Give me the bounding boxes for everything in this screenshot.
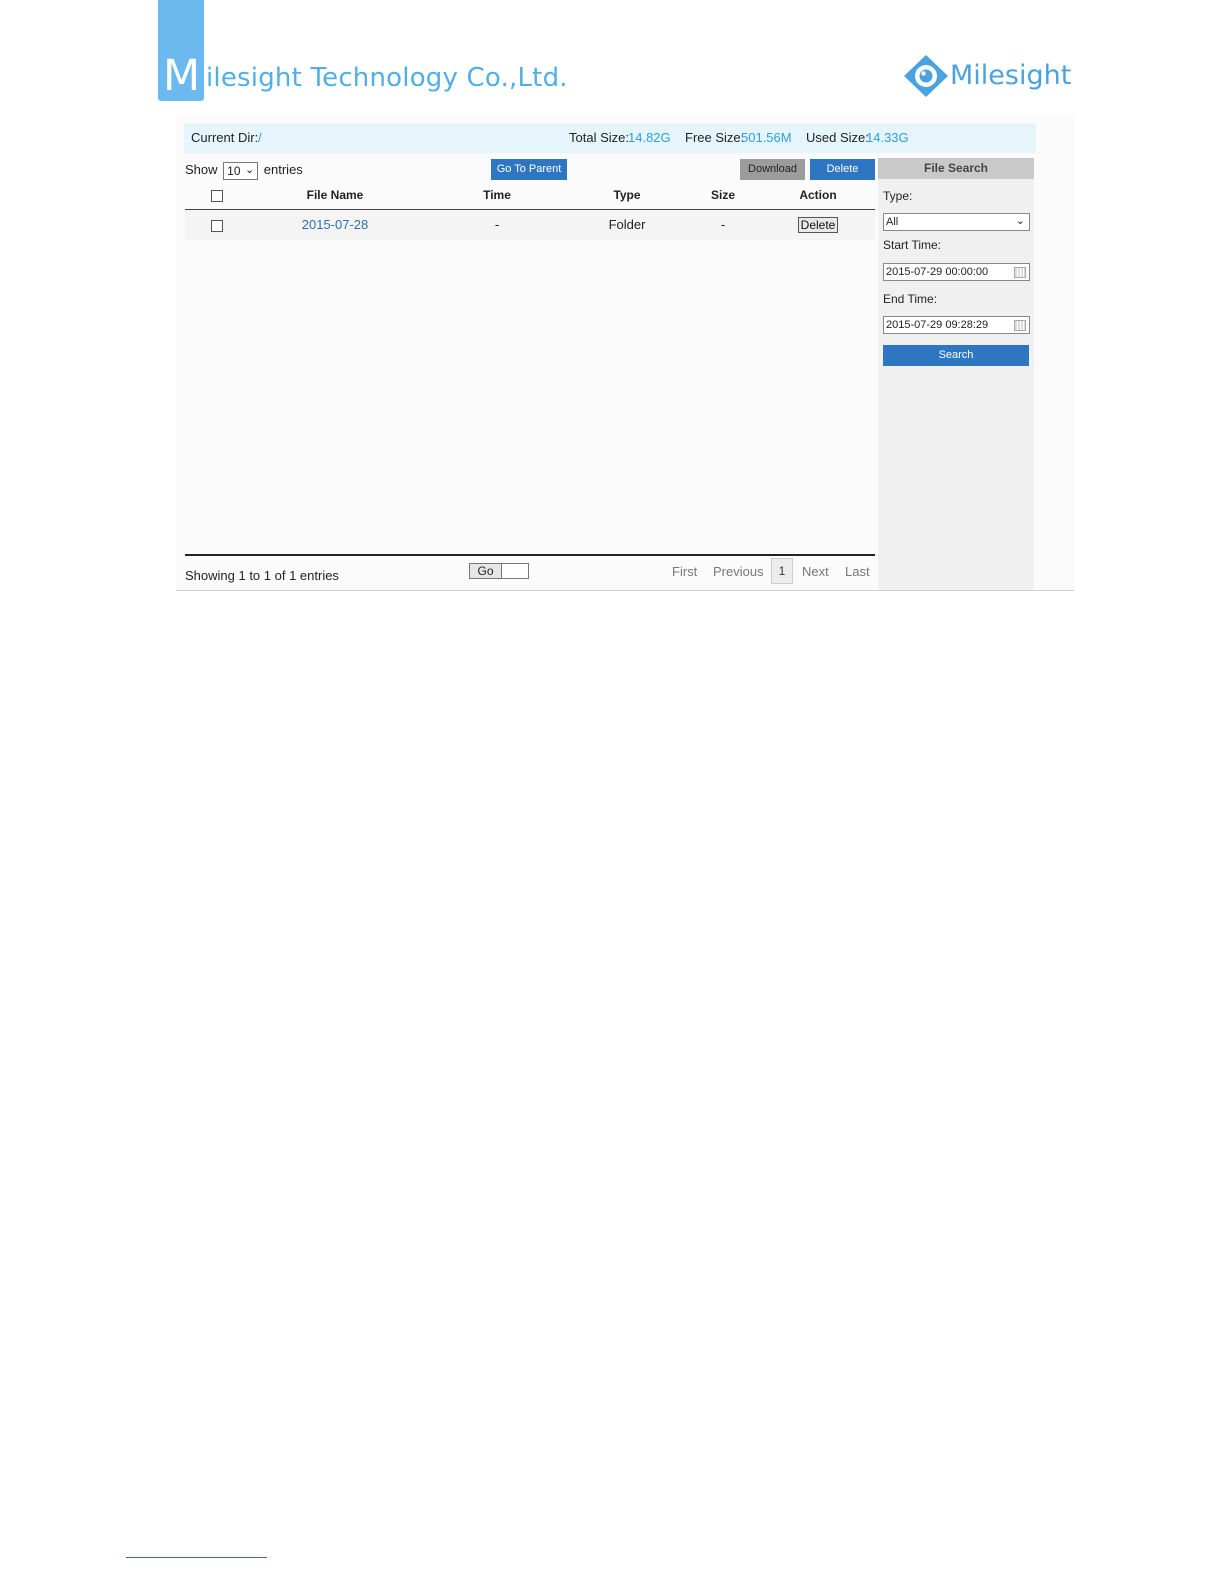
calendar-icon[interactable] — [1014, 267, 1026, 278]
goto-page-control: Go — [469, 563, 529, 579]
type-label: Type: — [883, 189, 913, 203]
entries-per-page-select[interactable]: 10 ⌄ — [223, 161, 259, 180]
entries-label: entries — [263, 162, 303, 177]
row-time: - — [494, 217, 500, 232]
end-time-input[interactable]: 2015-07-29 09:28:29 — [883, 316, 1030, 334]
last-page-link[interactable]: Last — [845, 564, 870, 579]
row-type: Folder — [608, 217, 646, 232]
type-select-value: All — [886, 216, 899, 228]
brand-name: Milesight — [950, 60, 1072, 91]
select-all-checkbox[interactable] — [211, 190, 223, 202]
row-delete-button[interactable]: Delete — [797, 217, 839, 233]
next-page-link[interactable]: Next — [802, 564, 829, 579]
current-page-button[interactable]: 1 — [771, 558, 793, 584]
storage-browser-screenshot: Current Dir: / Total Size: 14.82G Free S… — [176, 114, 1074, 591]
table-header: File Name Time Type Size Action — [185, 185, 875, 210]
file-search-panel: File Search Type: All ⌄ Start Time: 2015… — [878, 158, 1034, 590]
footer-link-underline — [126, 1557, 267, 1558]
row-checkbox[interactable] — [211, 220, 223, 232]
column-header-time[interactable]: Time — [447, 185, 547, 205]
show-label: Show — [185, 162, 218, 177]
end-time-label: End Time: — [883, 292, 938, 306]
first-page-link[interactable]: First — [672, 564, 697, 579]
current-dir-label: Current Dir: — [191, 130, 259, 145]
start-time-input[interactable]: 2015-07-29 00:00:00 — [883, 263, 1030, 281]
directory-info-bar: Current Dir: / Total Size: 14.82G Free S… — [184, 123, 1036, 153]
file-search-title: File Search — [878, 158, 1034, 179]
table-row[interactable]: 2015-07-28 - Folder - Delete — [185, 210, 875, 240]
used-size-value: 14.33G — [866, 130, 909, 145]
start-time-value: 2015-07-29 00:00:00 — [886, 266, 989, 278]
file-name-link[interactable]: 2015-07-28 — [285, 210, 385, 240]
used-size-label: Used Size: — [806, 130, 869, 145]
free-size-label: Free Size: — [685, 130, 745, 145]
column-header-type[interactable]: Type — [577, 185, 677, 205]
download-button[interactable]: Download — [740, 159, 805, 180]
header-logo-letter: M — [163, 51, 201, 101]
start-time-label: Start Time: — [883, 238, 942, 252]
go-button[interactable]: Go — [470, 564, 502, 578]
milesight-logo-icon — [904, 55, 948, 97]
column-header-action: Action — [799, 188, 837, 202]
current-dir-link[interactable]: / — [258, 123, 262, 153]
calendar-icon[interactable] — [1014, 320, 1026, 331]
column-header-size[interactable]: Size — [673, 185, 773, 205]
search-button[interactable]: Search — [883, 345, 1029, 366]
header-company-name: ilesight Technology Co.,Ltd. — [206, 63, 568, 93]
delete-selected-button[interactable]: Delete — [810, 159, 875, 180]
free-size-value: 501.56M — [741, 130, 792, 145]
table-footer-divider — [185, 554, 875, 556]
row-action: Delete — [768, 210, 868, 240]
chevron-down-icon: ⌄ — [1015, 215, 1025, 227]
file-list-panel: Show 10 ⌄ entries Go To Parent Download … — [185, 158, 875, 590]
total-size-label: Total Size: — [569, 130, 629, 145]
entries-per-page-value: 10 — [227, 163, 241, 178]
go-to-parent-button[interactable]: Go To Parent — [491, 159, 567, 180]
entries-summary: Showing 1 to 1 of 1 entries — [185, 568, 339, 583]
total-size-value: 14.82G — [628, 130, 671, 145]
type-select[interactable]: All ⌄ — [883, 213, 1030, 231]
chevron-down-icon: ⌄ — [244, 163, 255, 176]
row-size: - — [720, 217, 726, 232]
column-header-file-name[interactable]: File Name — [285, 185, 385, 205]
previous-page-link[interactable]: Previous — [713, 564, 764, 579]
page-size-control: Show 10 ⌄ entries — [185, 160, 303, 180]
end-time-value: 2015-07-29 09:28:29 — [886, 319, 989, 331]
